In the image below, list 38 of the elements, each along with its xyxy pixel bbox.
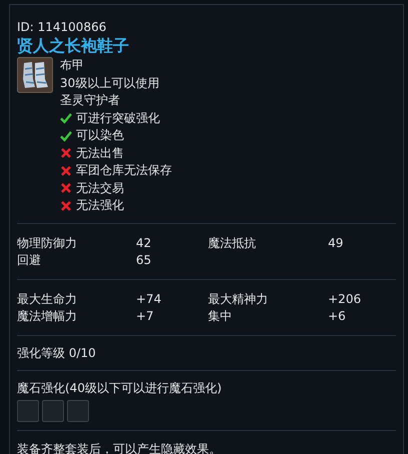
stat-label: 魔法增幅力 [17, 308, 78, 324]
item-info: 布甲 [60, 57, 85, 74]
empty-socket [42, 400, 64, 422]
item-name: 贤人之长袍鞋子 [17, 36, 130, 56]
property-text: 无法强化 [76, 197, 124, 214]
item-info: 30级以上可以使用 [60, 74, 160, 92]
stat-label: 物理防御力 [17, 234, 78, 252]
stat-value: 42 [136, 234, 152, 252]
stat-label: 魔法抵抗 [208, 234, 257, 252]
stat-label: 回避 [17, 252, 42, 268]
item-id: ID: 114100866 [17, 19, 108, 36]
property-text: 军团仓库无法保存 [76, 162, 172, 179]
stat-value: 65 [136, 252, 152, 268]
property-text: 无法交易 [76, 180, 124, 196]
empty-socket [17, 400, 39, 422]
cross-icon [60, 182, 72, 194]
cross-icon [60, 200, 72, 212]
empty-socket [67, 400, 89, 422]
stat-label: 最大生命力 [17, 290, 78, 308]
stat-value: +74 [136, 290, 162, 308]
stat-value: +6 [328, 308, 347, 324]
item-info: 圣灵守护者 [60, 92, 121, 109]
check-icon [60, 112, 72, 124]
boots-icon [17, 57, 53, 93]
manastone-title: 魔石强化(40级以下可以进行魔石强化) [17, 380, 223, 396]
set-note: 装备齐整套装后，可以产生隐藏效果。 [17, 440, 222, 454]
cross-icon [60, 147, 72, 160]
cross-icon [60, 164, 72, 177]
stat-label: 集中 [208, 308, 233, 324]
property-text: 可以染色 [76, 127, 124, 144]
property-text: 可进行突破强化 [76, 110, 160, 126]
stat-value: 49 [328, 234, 344, 252]
stat-value: +206 [328, 290, 362, 308]
stat-value: +7 [136, 308, 155, 324]
property-text: 无法出售 [76, 144, 124, 162]
check-icon [60, 130, 72, 142]
stat-label: 最大精神力 [208, 290, 269, 308]
enchant-level: 强化等级 0/10 [17, 344, 97, 362]
